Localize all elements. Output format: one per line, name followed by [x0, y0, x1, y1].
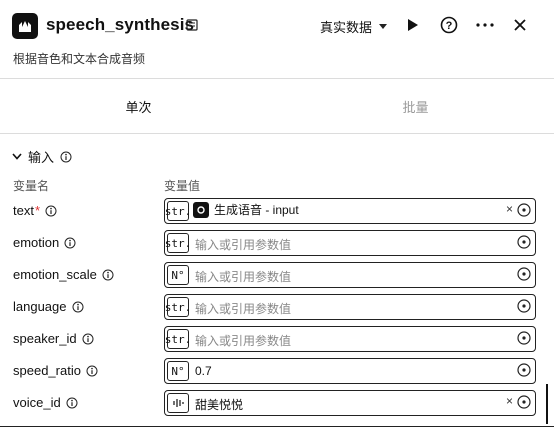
clear-icon[interactable]: × [506, 202, 513, 216]
field-placeholder: 输入或引用参数值 [195, 270, 292, 284]
speed-ratio-field[interactable]: N° 0.7 [164, 358, 536, 384]
mode-tabs: 单次 批量 [0, 78, 554, 134]
column-header-value: 变量值 [164, 179, 201, 193]
input-section-toggle[interactable]: 输入 [12, 147, 72, 166]
param-row-text: text * str. 生成语音 - input × [0, 198, 554, 224]
page-title: speech_synthesis [46, 15, 195, 34]
type-badge: str. [165, 201, 191, 221]
section-title: 输入 [28, 150, 55, 165]
variable-picker-icon[interactable] [517, 299, 531, 316]
speaker-id-field[interactable]: str. 输入或引用参数值 [164, 326, 536, 352]
help-icon: ? [440, 16, 458, 34]
required-mark: * [34, 203, 41, 218]
param-row-language: language str. 输入或引用参数值 [0, 294, 554, 320]
param-name: voice_id [13, 395, 61, 410]
tab-batch[interactable]: 批量 [277, 79, 554, 133]
emotion-field[interactable]: str. 输入或引用参数值 [164, 230, 536, 256]
voice-id-field[interactable]: 甜美悦悦 × [164, 390, 536, 416]
field-value: 甜美悦悦 [195, 398, 244, 412]
param-row-voice-id: voice_id 甜美悦悦 × [0, 390, 554, 416]
app-logo-icon [12, 13, 38, 39]
info-icon [82, 333, 94, 344]
tab-single[interactable]: 单次 [0, 79, 277, 133]
chevron-down-icon [379, 23, 388, 29]
type-badge: str. [165, 329, 191, 349]
number-type-badge: N° [167, 361, 189, 381]
language-field[interactable]: str. 输入或引用参数值 [164, 294, 536, 320]
help-button[interactable]: ? [438, 14, 460, 36]
clear-icon[interactable]: × [506, 394, 513, 408]
info-icon [60, 151, 72, 162]
scrollbar-handle[interactable] [546, 384, 551, 424]
page-subtitle: 根据音色和文本合成音频 [13, 52, 146, 66]
variable-picker-icon[interactable] [517, 267, 531, 284]
variable-picker-icon[interactable] [517, 331, 531, 348]
svg-text:?: ? [446, 20, 453, 32]
info-icon [72, 301, 83, 312]
variable-picker-icon[interactable] [517, 203, 531, 220]
number-type-badge: N° [167, 265, 189, 285]
data-mode-select[interactable]: 真实数据 [320, 17, 388, 36]
param-name: language [13, 299, 67, 314]
field-placeholder: 输入或引用参数值 [195, 238, 292, 252]
type-badge: str. [165, 233, 191, 253]
reference-label: 生成语音 - input [214, 203, 299, 217]
reference-chip[interactable]: 生成语音 - input [193, 201, 299, 218]
param-name: text [13, 203, 34, 218]
param-name: emotion [13, 235, 60, 250]
field-placeholder: 输入或引用参数值 [195, 334, 292, 348]
param-name: emotion_scale [13, 267, 97, 282]
info-icon [86, 365, 98, 376]
variable-picker-icon[interactable] [517, 363, 531, 380]
variable-picker-icon[interactable] [517, 235, 531, 252]
param-row-emotion: emotion str. 输入或引用参数值 [0, 230, 554, 256]
info-icon [45, 205, 57, 216]
param-row-speed-ratio: speed_ratio N° 0.7 [0, 358, 554, 384]
more-icon [476, 23, 494, 27]
voice-type-icon [167, 393, 189, 413]
divider [0, 426, 554, 427]
param-row-emotion-scale: emotion_scale N° 输入或引用参数值 [0, 262, 554, 288]
field-value: 0.7 [195, 364, 212, 378]
info-icon [64, 237, 76, 248]
play-icon [408, 19, 418, 31]
node-icon [193, 201, 209, 218]
close-icon [514, 19, 526, 31]
close-button[interactable] [509, 14, 531, 36]
chevron-down-icon [12, 153, 22, 160]
info-icon [66, 397, 78, 408]
info-icon [102, 269, 114, 280]
type-badge: str. [165, 297, 191, 317]
edit-icon[interactable] [186, 19, 198, 34]
variable-picker-icon[interactable] [517, 395, 531, 412]
column-header-name: 变量名 [13, 179, 50, 193]
run-button[interactable] [402, 14, 424, 36]
data-mode-label: 真实数据 [320, 20, 373, 35]
text-field[interactable]: str. 生成语音 - input × [164, 198, 536, 224]
field-placeholder: 输入或引用参数值 [195, 302, 292, 316]
param-name: speed_ratio [13, 363, 81, 378]
param-row-speaker-id: speaker_id str. 输入或引用参数值 [0, 326, 554, 352]
more-button[interactable] [474, 14, 496, 36]
param-name: speaker_id [13, 331, 77, 346]
panel-header: speech_synthesis 真实数据 ? [0, 0, 554, 52]
emotion-scale-field[interactable]: N° 输入或引用参数值 [164, 262, 536, 288]
